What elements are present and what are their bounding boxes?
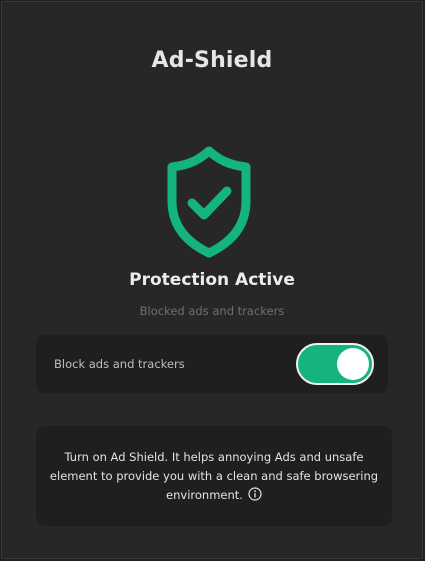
block-ads-toggle[interactable] <box>296 343 374 385</box>
status-subtitle: Blocked ads and trackers <box>139 304 285 318</box>
block-ads-toggle-row: Block ads and trackers <box>36 335 388 393</box>
status-title: Protection Active <box>129 270 295 290</box>
toggle-knob <box>337 348 369 380</box>
info-icon[interactable] <box>248 487 262 501</box>
info-text: Turn on Ad Shield. It helps annoying Ads… <box>49 450 379 502</box>
shield-check-icon <box>167 146 251 258</box>
ad-shield-popup: Ad-Shield Protection Active Blocked ads … <box>1 1 423 559</box>
app-title: Ad-Shield <box>151 48 273 73</box>
info-box: Turn on Ad Shield. It helps annoying Ads… <box>36 426 392 526</box>
toggle-label: Block ads and trackers <box>54 357 185 371</box>
